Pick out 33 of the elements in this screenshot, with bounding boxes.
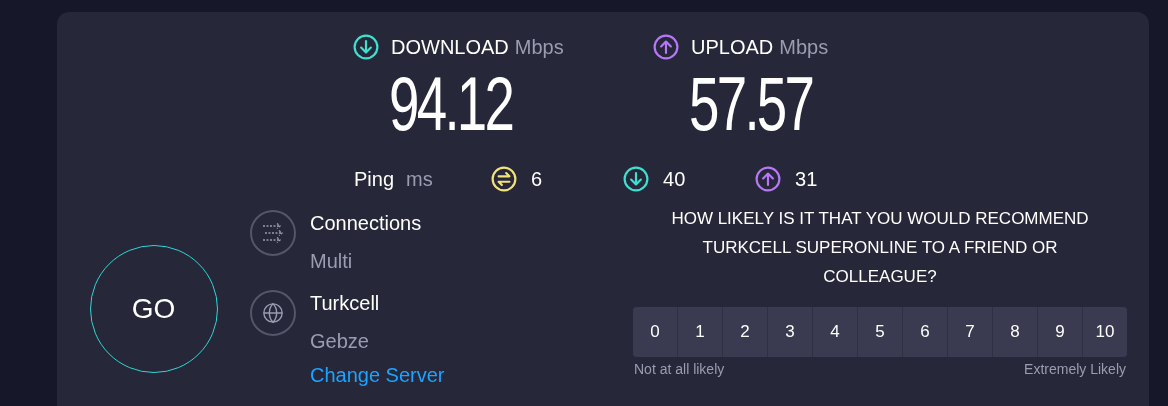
score-button[interactable]: 4 bbox=[813, 307, 857, 357]
score-button[interactable]: 3 bbox=[768, 307, 812, 357]
score-button[interactable]: 2 bbox=[723, 307, 767, 357]
speed-value: 94.12 bbox=[389, 62, 513, 146]
survey-question: HOW LIKELY IS IT THAT YOU WOULD RECOMMEND TURKCELL SUPERONLINE TO A FRIEND OR COLLEAGUE? bbox=[670, 208, 1090, 288]
score-button[interactable]: 5 bbox=[858, 307, 902, 357]
score-button[interactable]: 9 bbox=[1038, 307, 1082, 357]
server-location: Gebze bbox=[310, 329, 370, 354]
ping-label: Ping bbox=[354, 167, 395, 192]
unit-label: Mbps bbox=[779, 35, 829, 60]
change-server-link[interactable]: Change Server bbox=[310, 362, 445, 388]
swap-arrows-icon bbox=[491, 166, 518, 192]
score-button[interactable]: 0 bbox=[633, 307, 677, 357]
ping-value: 31 bbox=[795, 167, 818, 192]
score-button[interactable]: 7 bbox=[948, 307, 992, 357]
globe-icon bbox=[250, 290, 296, 336]
score-button[interactable]: 6 bbox=[903, 307, 947, 357]
unit-label: ms bbox=[406, 167, 434, 192]
score-button[interactable]: 10 bbox=[1083, 307, 1127, 357]
metric-label: DOWNLOAD bbox=[391, 35, 509, 60]
connections-icon bbox=[250, 210, 296, 256]
ping-value: 6 bbox=[531, 167, 543, 192]
connections-title: Connections bbox=[310, 211, 422, 236]
ping-value: 40 bbox=[663, 167, 686, 192]
score-button[interactable]: 8 bbox=[993, 307, 1037, 357]
server-provider: Turkcell bbox=[310, 291, 381, 316]
unit-label: Mbps bbox=[514, 35, 564, 60]
speed-value: 57.57 bbox=[689, 62, 813, 146]
score-button[interactable]: 1 bbox=[678, 307, 722, 357]
connections-value: Multi bbox=[310, 249, 354, 274]
scale-low-label: Not at all likely bbox=[634, 361, 725, 377]
scale-high-label: Extremely Likely bbox=[1024, 361, 1126, 377]
metric-label: UPLOAD bbox=[691, 35, 774, 60]
